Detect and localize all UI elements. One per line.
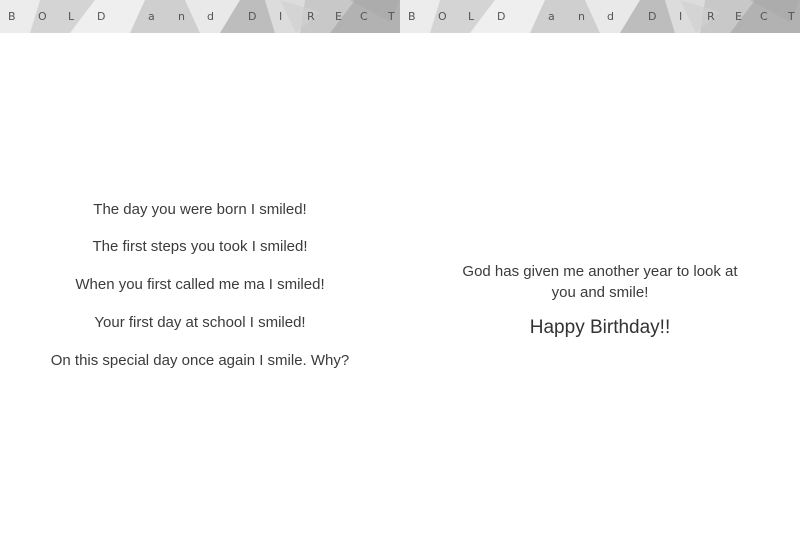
banner-letter: I (279, 10, 283, 23)
banner-letter: n (178, 10, 185, 23)
banner-letter: T (788, 10, 795, 23)
birthday-wish: Happy Birthday!! (529, 317, 671, 338)
banner-letter: D (248, 10, 257, 23)
banner-letter: O (438, 10, 447, 23)
left-card-panel: B O L D a n d D I R E C T The day you we… (0, 0, 400, 560)
banner-letter: R (307, 10, 315, 23)
banner-letter: C (360, 10, 368, 23)
banner-letter: a (548, 10, 555, 23)
banner-letter: I (679, 10, 683, 23)
banner-letter: D (97, 10, 106, 23)
banner-letter: d (607, 10, 614, 23)
verse-line-special-day: On this special day once again I smile. … (50, 352, 350, 369)
banner-text: B O L D a n d D I R E C T (408, 10, 800, 24)
banner-letter: E (335, 10, 342, 23)
verse-line-first-school-day: Your first day at school I smiled! (94, 314, 306, 331)
banner-letter: E (735, 10, 742, 23)
banner-letter: n (578, 10, 585, 23)
banner-letter: a (148, 10, 155, 23)
banner-letter: O (38, 10, 47, 23)
banner-letter: d (207, 10, 214, 23)
banner-letter: L (68, 10, 75, 23)
banner-letter: B (408, 10, 416, 23)
verse-line-called-ma: When you first called me ma I smiled! (75, 276, 325, 293)
banner-text: B O L D a n d D I R E C T (8, 10, 400, 24)
verse-line-first-steps: The first steps you took I smiled! (92, 238, 308, 255)
top-banner: B O L D a n d D I R E C T (400, 0, 800, 33)
banner-letter: C (760, 10, 768, 23)
banner-letter: D (648, 10, 657, 23)
banner-letter: D (497, 10, 506, 23)
card-message: God has given me another year to look at… (462, 263, 738, 301)
banner-letter: L (468, 10, 475, 23)
card-spread: B O L D a n d D I R E C T The day you we… (0, 0, 800, 560)
banner-letter: B (8, 10, 16, 23)
banner-letter: T (388, 10, 395, 23)
verse-line-born: The day you were born I smiled! (93, 201, 307, 218)
banner-letter: R (707, 10, 715, 23)
right-card-panel: B O L D a n d D I R E C T God has given … (400, 0, 800, 560)
top-banner: B O L D a n d D I R E C T (0, 0, 400, 33)
